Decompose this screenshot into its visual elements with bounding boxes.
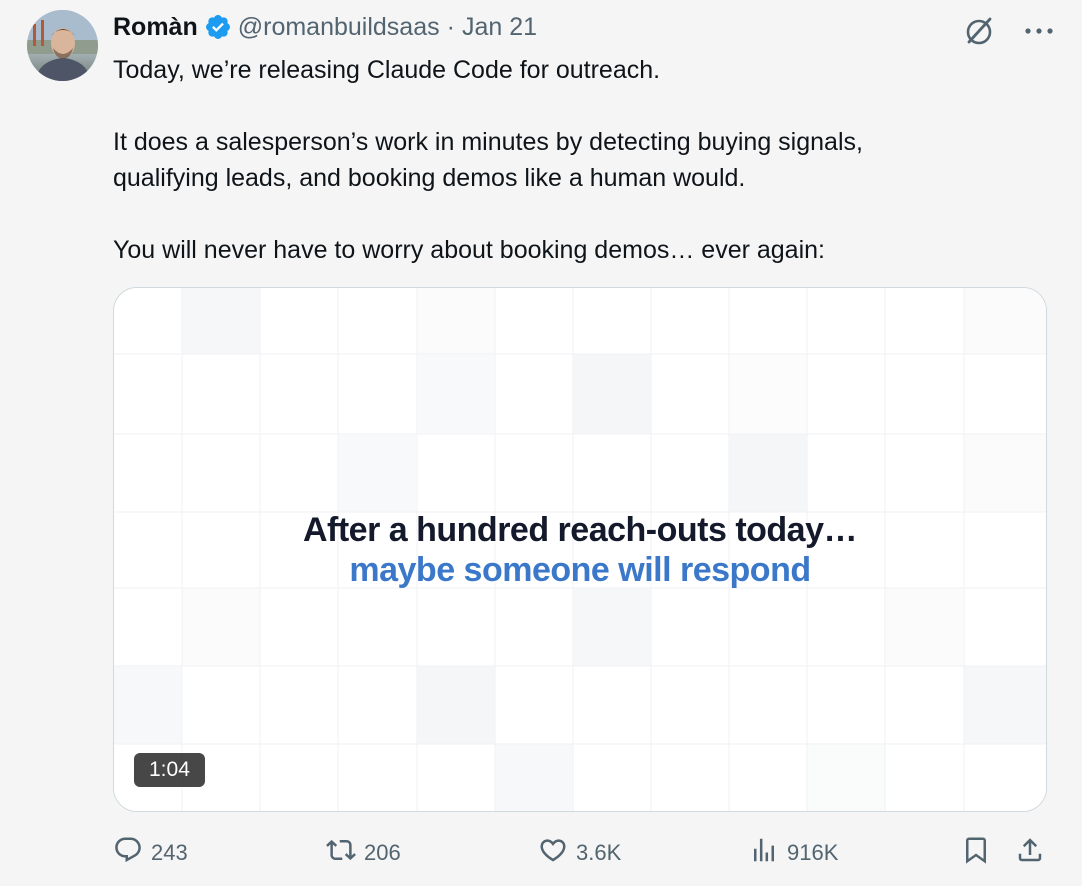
share-icon (1015, 835, 1053, 871)
author-handle[interactable]: @romanbuildsaas (238, 13, 440, 42)
tweet-paragraph: It does a salesperson’s work in minutes … (113, 128, 863, 192)
tweet: Romàn @romanbuildsaas · Jan 21 Today, we… (0, 0, 1082, 886)
repost-count: 206 (364, 840, 401, 865)
reply-count: 243 (151, 840, 188, 865)
heart-icon (538, 835, 576, 871)
video-caption-line2: maybe someone will respond (349, 551, 811, 589)
tweet-text: Today, we’re releasing Claude Code for o… (113, 52, 1033, 268)
like-count: 3.6K (576, 840, 622, 865)
repost-icon (326, 835, 364, 871)
header-separator: · (446, 12, 455, 41)
video-caption: After a hundred reach-outs today… maybe … (114, 510, 1046, 590)
video-player[interactable]: After a hundred reach-outs today… maybe … (113, 287, 1047, 812)
tweet-paragraph: You will never have to worry about booki… (113, 236, 825, 264)
more-icon[interactable] (1024, 26, 1054, 36)
tweet-paragraph: Today, we’re releasing Claude Code for o… (113, 56, 661, 84)
video-caption-line1: After a hundred reach-outs today… (302, 511, 858, 549)
repost-button[interactable]: 206 (326, 835, 401, 871)
author-display-name[interactable]: Romàn (113, 13, 198, 42)
tweet-actions: 243 206 3.6K 916K (113, 835, 1045, 871)
tweet-header: Romàn @romanbuildsaas · Jan 21 (113, 10, 537, 44)
reply-button[interactable]: 243 (113, 835, 188, 871)
bookmark-button[interactable] (961, 835, 999, 871)
avatar[interactable] (27, 10, 98, 81)
views-icon (749, 835, 787, 871)
video-duration-badge: 1:04 (134, 753, 205, 787)
tweet-date[interactable]: Jan 21 (462, 13, 537, 42)
verified-badge-icon[interactable] (204, 13, 232, 41)
reply-icon (113, 835, 151, 871)
share-button[interactable] (1015, 835, 1053, 871)
like-button[interactable]: 3.6K (538, 835, 621, 871)
top-actions (962, 14, 1054, 48)
views-count: 916K (787, 840, 839, 865)
bookmark-icon (961, 835, 999, 871)
grok-icon[interactable] (962, 14, 996, 48)
views-button[interactable]: 916K (749, 835, 838, 871)
